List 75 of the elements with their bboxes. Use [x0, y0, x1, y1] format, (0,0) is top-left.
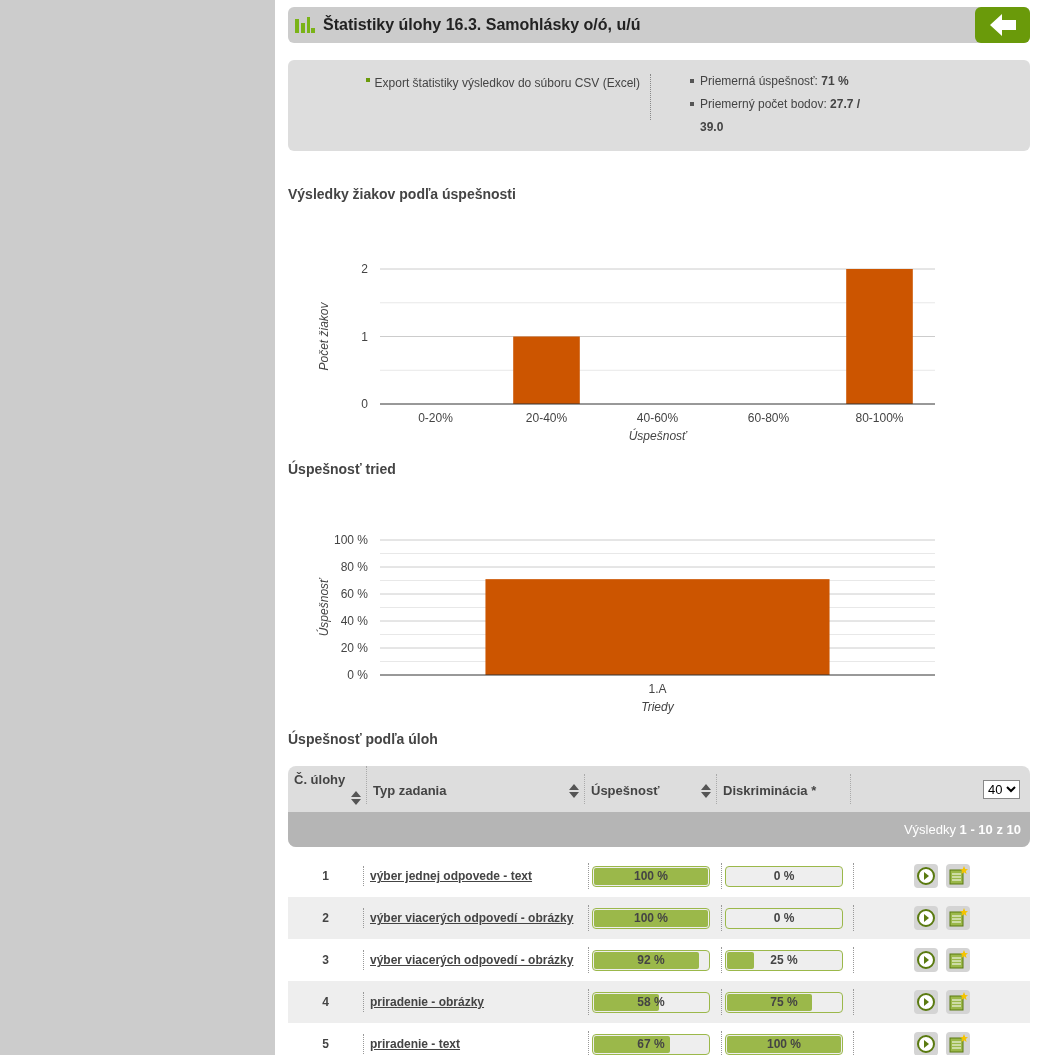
play-circle-icon	[917, 909, 935, 927]
x-axis-title: Úspešnosť	[628, 429, 687, 443]
back-button[interactable]	[975, 7, 1030, 43]
task-type-link[interactable]: priradenie - obrázky	[370, 993, 485, 1011]
section-heading: Výsledky žiakov podľa úspešnosti	[288, 185, 517, 204]
play-button[interactable]	[914, 864, 938, 888]
task-type-link[interactable]: priradenie - text	[370, 1035, 461, 1053]
task-type-link[interactable]: výber viacerých odpovedí - obrázky	[370, 909, 574, 927]
percent-value: 0 %	[772, 910, 796, 927]
play-button[interactable]	[914, 948, 938, 972]
y-tick-label: 80 %	[340, 560, 368, 574]
note-star-icon	[948, 992, 968, 1012]
play-button[interactable]	[914, 906, 938, 930]
y-tick-label: 0 %	[347, 668, 368, 682]
notes-button[interactable]	[946, 864, 970, 888]
note-star-icon	[948, 950, 968, 970]
task-number: 1	[322, 868, 329, 885]
left-arrow-icon	[989, 14, 1016, 36]
y-axis-title: Počet žiakov	[317, 302, 331, 371]
page-title: Štatistiky úlohy 16.3. Samohlásky o/ó, u/ú	[323, 14, 641, 35]
bar	[513, 336, 580, 404]
x-tick-label: 60-80%	[747, 411, 790, 425]
y-tick-label: 1	[361, 329, 368, 344]
column-header[interactable]: Diskriminácia *	[723, 781, 817, 801]
play-button[interactable]	[914, 990, 938, 1014]
task-type-link[interactable]: výber jednej odpovede - text	[370, 867, 533, 885]
play-circle-icon	[917, 951, 935, 969]
y-tick-label: 2	[361, 262, 368, 276]
x-tick-label: 40-60%	[636, 411, 679, 425]
play-button[interactable]	[914, 1032, 938, 1055]
export-link[interactable]: Export štatistiky výsledkov do súboru CSV (Excel)	[374, 74, 640, 120]
y-tick-label: 0	[361, 397, 368, 411]
play-circle-icon	[917, 993, 935, 1011]
percent-value: 0 %	[772, 868, 796, 885]
y-tick-label: 40 %	[340, 614, 368, 628]
section-heading: Úspešnosť podľa úloh	[288, 729, 439, 749]
note-star-icon	[948, 1034, 968, 1054]
percent-value: 100 %	[766, 1036, 802, 1053]
y-tick-label: 100 %	[333, 533, 368, 547]
percent-value: 100 %	[633, 868, 669, 885]
percent-value: 25 %	[769, 952, 799, 969]
percent-value: 100 %	[633, 910, 669, 927]
play-circle-icon	[917, 867, 935, 885]
task-type-link[interactable]: výber viacerých odpovedí - obrázky	[370, 951, 574, 969]
y-tick-label: 20 %	[340, 641, 368, 655]
sort-icon[interactable]	[700, 783, 712, 799]
task-number: 5	[322, 1036, 329, 1053]
percent-value: 92 %	[636, 952, 666, 969]
note-star-icon	[948, 908, 968, 928]
note-star-icon	[948, 866, 968, 886]
sort-icon[interactable]	[350, 789, 362, 806]
x-tick-label: 1.A	[648, 682, 667, 696]
play-circle-icon	[917, 1035, 935, 1053]
x-tick-label: 20-40%	[525, 411, 568, 425]
percent-value: 75 %	[769, 994, 799, 1011]
task-number: 4	[322, 994, 329, 1011]
x-axis-title: Triedy	[641, 700, 674, 714]
stat-text: Priemerná úspešnosť: 71 %	[700, 73, 849, 90]
sort-icon[interactable]	[568, 783, 580, 799]
task-number: 2	[322, 910, 329, 927]
task-number: 3	[322, 952, 329, 969]
y-tick-label: 60 %	[340, 587, 368, 601]
stat-text: Priemerný počet bodov: 27.7 / 39.0	[699, 96, 862, 136]
column-header[interactable]: Č. úlohy	[294, 770, 346, 790]
section-heading: Úspešnosť tried	[288, 459, 397, 479]
bar-chart-icon	[295, 17, 315, 33]
notes-button[interactable]	[946, 948, 970, 972]
results-count: Výsledky 1 - 10 z 10	[903, 820, 1021, 839]
page-size-select[interactable]: 40	[983, 779, 1020, 799]
percent-value: 67 %	[636, 1036, 666, 1053]
column-header[interactable]: Úspešnosť	[591, 781, 660, 801]
y-axis-title: Úspešnosť	[317, 578, 331, 637]
x-tick-label: 80-100%	[855, 411, 904, 425]
x-tick-label: 0-20%	[418, 411, 453, 425]
column-header[interactable]: Typ zadania	[373, 781, 447, 801]
